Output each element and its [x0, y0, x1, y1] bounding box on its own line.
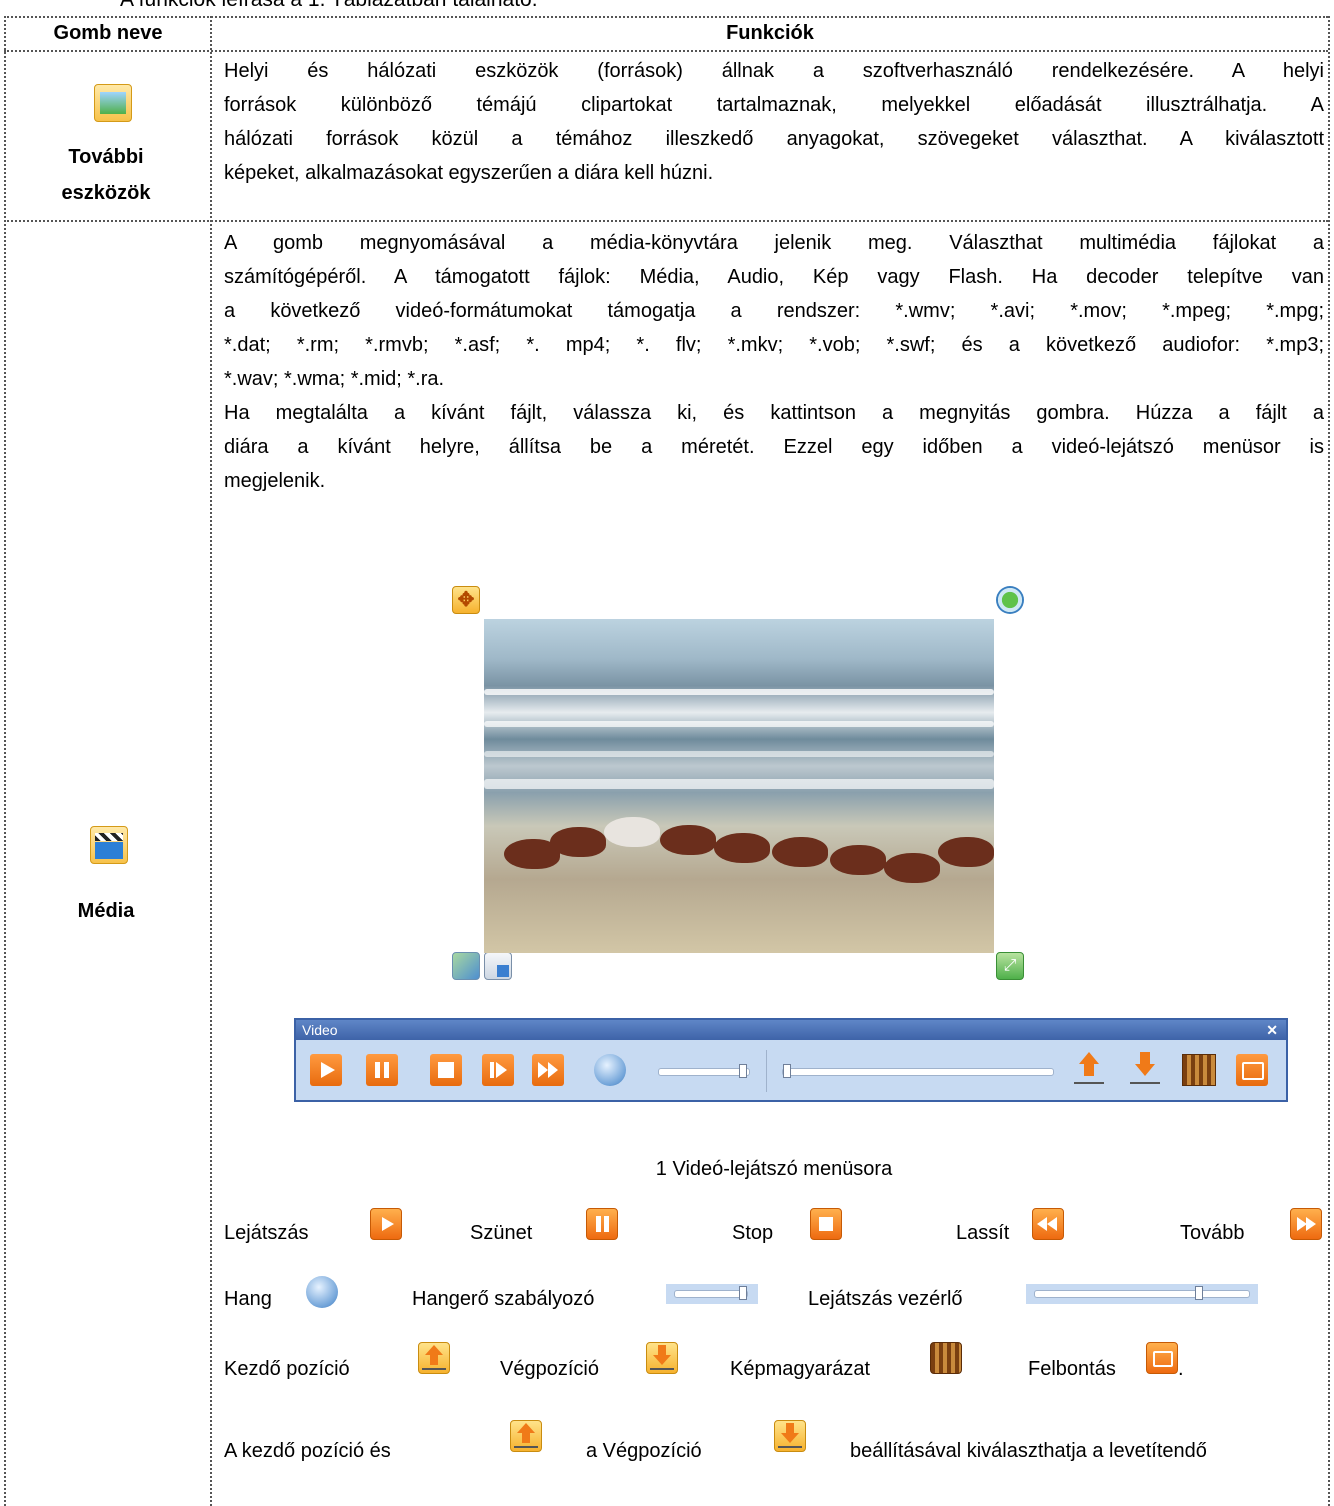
row1-name-line1: További — [68, 146, 144, 168]
legend-resolution-label: Felbontás — [1028, 1358, 1116, 1380]
row2-paragraph2: Ha megtalálta a kívánt fájlt, válassza k… — [224, 396, 1324, 498]
last-line-part3: beállításával kiválaszthatja a levetíten… — [850, 1440, 1207, 1462]
legend-resolution-period: . — [1178, 1358, 1184, 1380]
resolution-button[interactable] — [1236, 1054, 1268, 1086]
fast-forward-button[interactable] — [532, 1054, 564, 1086]
close-icon[interactable]: ✕ — [1266, 1020, 1278, 1040]
step-forward-button[interactable] — [482, 1054, 514, 1086]
row1-line: hálózati források közül a témához illesz… — [224, 128, 1324, 150]
end-position-icon-inline — [774, 1420, 806, 1452]
row1-line: képeket, alkalmazásokat egyszerűen a diá… — [224, 162, 714, 184]
toolbar-title: Video — [302, 1022, 338, 1038]
playback-slider[interactable] — [782, 1064, 1054, 1078]
start-position-icon — [418, 1342, 450, 1374]
legend-caption-label: Képmagyarázat — [730, 1358, 871, 1380]
image-properties-icon[interactable] — [452, 952, 480, 980]
row2-line: Ha megtalálta a kívánt fájlt, válassza k… — [224, 402, 1324, 424]
legend-pause-label: Szünet — [470, 1222, 533, 1244]
stop-icon — [810, 1208, 842, 1240]
last-line-part2: a Végpozíció — [586, 1440, 702, 1462]
row1-line: források különböző témájú clipartokat ta… — [224, 94, 1324, 116]
resolution-icon — [1146, 1342, 1178, 1374]
row2-line: megjelenik. — [224, 470, 326, 492]
table-border-right — [1328, 16, 1330, 1506]
pause-icon — [586, 1208, 618, 1240]
top-caption-line: A funkciók leírása a 1. Táblázatban talá… — [120, 0, 538, 12]
table-border-middle — [210, 16, 212, 1506]
header-funkciok: Funkciók — [726, 22, 814, 44]
header-gomb-neve: Gomb neve — [53, 22, 163, 44]
caption-button[interactable] — [1182, 1054, 1216, 1086]
row2-name-media: Média — [77, 900, 135, 922]
legend-volume-label: Hangerő szabályozó — [412, 1288, 595, 1310]
row2-line: a következő videó-formátumokat támogatja… — [224, 300, 1324, 322]
playback-slider-sample — [1026, 1284, 1258, 1304]
volume-slider-knob[interactable] — [739, 1064, 747, 1078]
video-player-toolbar: Video ✕ — [294, 1018, 1288, 1102]
play-icon — [370, 1208, 402, 1240]
row2-line: számítógépéről. A támogatott fájlok: Méd… — [224, 266, 1324, 288]
row2-line: A gomb megnyomásával a média-könyvtára j… — [224, 232, 1324, 254]
media-clapperboard-icon — [90, 826, 128, 864]
film-caption-icon — [930, 1342, 962, 1374]
resize-handle-icon[interactable]: ⤢ — [996, 952, 1024, 980]
stop-button[interactable] — [430, 1054, 462, 1086]
legend-playback-label: Lejátszás vezérlő — [808, 1288, 963, 1310]
end-position-icon — [646, 1342, 678, 1374]
playback-slider-knob[interactable] — [783, 1064, 791, 1078]
sound-button[interactable] — [594, 1054, 626, 1086]
legend-end-label: Végpozíció — [500, 1358, 599, 1380]
start-position-button[interactable] — [1074, 1052, 1104, 1088]
pause-button[interactable] — [366, 1054, 398, 1086]
legend-start-label: Kezdő pozíció — [224, 1358, 350, 1380]
row2-line: *.dat; *.rm; *.rmvb; *.asf; *. mp4; *. f… — [224, 334, 1324, 356]
save-image-icon[interactable] — [484, 952, 512, 980]
legend-slow-label: Lassít — [956, 1222, 1010, 1244]
legend-stop-label: Stop — [732, 1222, 774, 1244]
row2-line: *.wav; *.wma; *.mid; *.ra. — [224, 368, 445, 390]
table-border-left — [4, 16, 6, 1506]
row2-line: diára a kívánt helyre, állítsa be a mére… — [224, 436, 1324, 458]
legend-play-label: Lejátszás — [224, 1222, 309, 1244]
legend-forward-label: Tovább — [1180, 1222, 1245, 1244]
video-preview-image — [484, 619, 994, 953]
play-button[interactable] — [310, 1054, 342, 1086]
figure-caption: 1 Videó-lejátszó menüsora — [655, 1158, 893, 1180]
row1-line: Helyi és hálózati eszközök (források) ál… — [224, 60, 1324, 82]
toolbar-titlebar: Video ✕ — [296, 1020, 1286, 1040]
row1-name-line2: eszközök — [61, 182, 151, 204]
table-header-divider — [4, 50, 1328, 52]
fast-forward-icon — [1290, 1208, 1322, 1240]
row1-description: Helyi és hálózati eszközök (források) ál… — [224, 54, 1324, 190]
move-handle-icon[interactable]: ✥ — [452, 586, 480, 614]
speaker-icon — [306, 1276, 338, 1308]
rotate-handle-icon[interactable] — [996, 586, 1024, 614]
row2-paragraph1: A gomb megnyomásával a média-könyvtára j… — [224, 226, 1324, 396]
last-line-part1: A kezdő pozíció és — [224, 1440, 391, 1462]
volume-slider[interactable] — [658, 1064, 750, 1078]
toolbar-separator — [766, 1050, 767, 1092]
end-position-button[interactable] — [1130, 1052, 1160, 1088]
rewind-icon — [1032, 1208, 1064, 1240]
legend-sound-label: Hang — [224, 1288, 272, 1310]
image-tools-icon — [94, 84, 132, 122]
volume-slider-sample — [666, 1284, 758, 1304]
table-row-divider — [4, 220, 1328, 222]
start-position-icon-inline — [510, 1420, 542, 1452]
